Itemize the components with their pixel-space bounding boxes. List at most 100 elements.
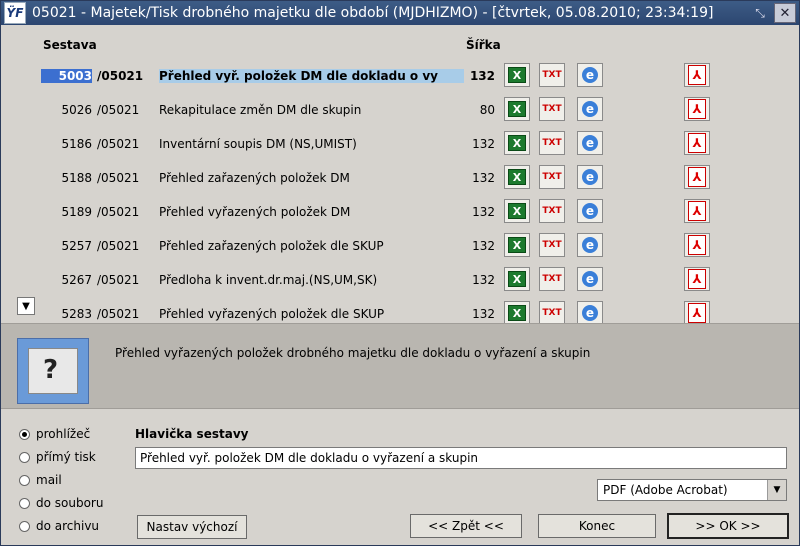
report-number[interactable]: 5257 bbox=[41, 239, 92, 253]
export-pdf-button[interactable]: ⅄ bbox=[684, 165, 710, 189]
report-row[interactable]: 5257/05021 Přehled zařazených položek dle… bbox=[1, 230, 799, 264]
report-width: 132 bbox=[472, 239, 495, 253]
export-html-button[interactable]: e bbox=[577, 97, 603, 121]
export-txt-button[interactable]: TXT bbox=[539, 267, 565, 291]
export-excel-button[interactable]: X bbox=[504, 131, 530, 155]
output-option-label: mail bbox=[36, 473, 62, 487]
export-txt-button[interactable]: TXT bbox=[539, 63, 565, 87]
ie-icon: e bbox=[582, 203, 598, 219]
report-group: /05021 bbox=[97, 273, 140, 287]
export-pdf-button[interactable]: ⅄ bbox=[684, 301, 710, 325]
export-excel-button[interactable]: X bbox=[504, 63, 530, 87]
report-name[interactable]: Přehled vyř. položek DM dle dokladu o vy bbox=[159, 69, 464, 83]
excel-icon: X bbox=[508, 271, 526, 287]
output-option[interactable]: prohlížeč bbox=[19, 427, 90, 441]
report-row[interactable]: 5189/05021 Přehled vyřazených položek DM 1… bbox=[1, 196, 799, 230]
export-txt-button[interactable]: TXT bbox=[539, 97, 565, 121]
export-pdf-button[interactable]: ⅄ bbox=[684, 63, 710, 87]
report-group: /05021 bbox=[97, 69, 144, 83]
radio-button[interactable] bbox=[19, 451, 30, 463]
txt-icon: TXT bbox=[542, 104, 562, 114]
report-group: /05021 bbox=[97, 137, 140, 151]
report-row[interactable]: 5003/05021 Přehled vyř. položek DM dle do… bbox=[1, 60, 799, 94]
report-number[interactable]: 5186 bbox=[41, 137, 92, 151]
radio-button[interactable] bbox=[19, 474, 30, 486]
output-option[interactable]: přímý tisk bbox=[19, 450, 96, 464]
ok-button[interactable]: >> OK >> bbox=[667, 513, 789, 539]
report-name[interactable]: Rekapitulace změn DM dle skupin bbox=[159, 103, 464, 117]
export-txt-button[interactable]: TXT bbox=[539, 233, 565, 257]
report-row[interactable]: 5026/05021 Rekapitulace změn DM dle skupi… bbox=[1, 94, 799, 128]
export-excel-button[interactable]: X bbox=[504, 97, 530, 121]
restore-icon[interactable]: ⤡ bbox=[752, 5, 768, 21]
close-button[interactable]: ✕ bbox=[774, 3, 796, 23]
txt-icon: TXT bbox=[542, 308, 562, 318]
chevron-down-icon[interactable]: ▼ bbox=[767, 480, 786, 500]
radio-button[interactable] bbox=[19, 497, 30, 509]
export-txt-button[interactable]: TXT bbox=[539, 199, 565, 223]
report-row[interactable]: 5186/05021 Inventární soupis DM (NS,UMIST… bbox=[1, 128, 799, 162]
report-group: /05021 bbox=[97, 205, 140, 219]
set-defaults-button[interactable]: Nastav výchozí bbox=[137, 515, 247, 539]
export-pdf-button[interactable]: ⅄ bbox=[684, 97, 710, 121]
export-pdf-button[interactable]: ⅄ bbox=[684, 131, 710, 155]
triangle-down-icon: ▼ bbox=[22, 300, 30, 312]
output-option[interactable]: do archivu bbox=[19, 519, 99, 533]
back-button[interactable]: << Zpět << bbox=[410, 514, 522, 538]
export-excel-button[interactable]: X bbox=[504, 199, 530, 223]
export-excel-button[interactable]: X bbox=[504, 267, 530, 291]
report-row[interactable]: 5267/05021 Předloha k invent.dr.maj.(NS,U… bbox=[1, 264, 799, 298]
report-width: 132 bbox=[472, 273, 495, 287]
ie-icon: e bbox=[582, 271, 598, 287]
export-txt-button[interactable]: TXT bbox=[539, 131, 565, 155]
window-title: 05021 - Majetek/Tisk drobného majetku dl… bbox=[32, 5, 714, 21]
report-width: 132 bbox=[472, 307, 495, 321]
report-name[interactable]: Předloha k invent.dr.maj.(NS,UM,SK) bbox=[159, 273, 464, 287]
txt-icon: TXT bbox=[542, 274, 562, 284]
export-pdf-button[interactable]: ⅄ bbox=[684, 267, 710, 291]
report-number[interactable]: 5283 bbox=[41, 307, 92, 321]
report-number[interactable]: 5003 bbox=[41, 69, 92, 83]
export-html-button[interactable]: e bbox=[577, 199, 603, 223]
export-html-button[interactable]: e bbox=[577, 233, 603, 257]
txt-icon: TXT bbox=[542, 206, 562, 216]
report-number[interactable]: 5026 bbox=[41, 103, 92, 117]
export-html-button[interactable]: e bbox=[577, 63, 603, 87]
output-option-label: přímý tisk bbox=[36, 450, 96, 464]
export-txt-button[interactable]: TXT bbox=[539, 165, 565, 189]
output-option[interactable]: do souboru bbox=[19, 496, 103, 510]
report-name[interactable]: Inventární soupis DM (NS,UMIST) bbox=[159, 137, 464, 151]
report-name[interactable]: Přehled vyřazených položek dle SKUP bbox=[159, 307, 464, 321]
output-option-label: do souboru bbox=[36, 496, 104, 510]
export-html-button[interactable]: e bbox=[577, 165, 603, 189]
report-number[interactable]: 5267 bbox=[41, 273, 92, 287]
report-name[interactable]: Přehled zařazených položek DM bbox=[159, 171, 464, 185]
report-number[interactable]: 5189 bbox=[41, 205, 92, 219]
export-pdf-button[interactable]: ⅄ bbox=[684, 199, 710, 223]
radio-button[interactable] bbox=[19, 428, 30, 440]
txt-icon: TXT bbox=[542, 172, 562, 182]
format-select[interactable]: PDF (Adobe Acrobat) ▼ bbox=[597, 479, 787, 501]
export-excel-button[interactable]: X bbox=[504, 233, 530, 257]
report-row[interactable]: 5188/05021 Přehled zařazených položek DM 1… bbox=[1, 162, 799, 196]
txt-icon: TXT bbox=[542, 70, 562, 80]
export-html-button[interactable]: e bbox=[577, 267, 603, 291]
report-name[interactable]: Přehled zařazených položek dle SKUP bbox=[159, 239, 464, 253]
output-option[interactable]: mail bbox=[19, 473, 62, 487]
end-button[interactable]: Konec bbox=[538, 514, 656, 538]
export-html-button[interactable]: e bbox=[577, 131, 603, 155]
report-number[interactable]: 5188 bbox=[41, 171, 92, 185]
ie-icon: e bbox=[582, 305, 598, 321]
report-name[interactable]: Přehled vyřazených položek DM bbox=[159, 205, 464, 219]
export-excel-button[interactable]: X bbox=[504, 301, 530, 325]
export-txt-button[interactable]: TXT bbox=[539, 301, 565, 325]
export-excel-button[interactable]: X bbox=[504, 165, 530, 189]
export-html-button[interactable]: e bbox=[577, 301, 603, 325]
report-group: /05021 bbox=[97, 103, 140, 117]
scroll-down-button[interactable]: ▼ bbox=[17, 297, 35, 315]
report-header-input[interactable] bbox=[135, 447, 787, 469]
ie-icon: e bbox=[582, 135, 598, 151]
radio-button[interactable] bbox=[19, 520, 30, 532]
export-pdf-button[interactable]: ⅄ bbox=[684, 233, 710, 257]
ie-icon: e bbox=[582, 237, 598, 253]
